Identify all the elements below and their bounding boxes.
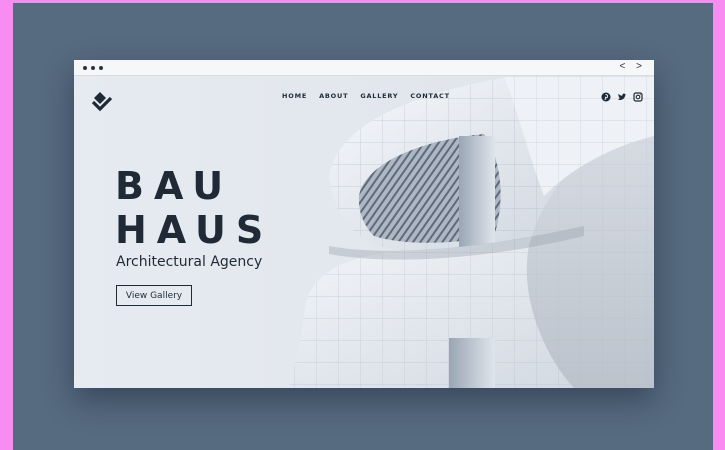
window-dot-icon[interactable] [99,66,103,70]
hero-title-line-1: BAU [115,164,234,208]
browser-nav-arrows[interactable]: < > [620,61,646,72]
window-dot-icon[interactable] [83,66,87,70]
main-menu: HOME ABOUT GALLERY CONTACT [282,92,450,100]
browser-toolbar: < > [74,60,654,76]
backdrop: < > HOME ABOUT GALLERY CONTACT BAU HAUS … [13,3,713,450]
twitter-icon[interactable] [617,89,627,100]
website-page: HOME ABOUT GALLERY CONTACT BAU HAUS Arch… [74,76,654,388]
menu-item-contact[interactable]: CONTACT [410,92,450,100]
instagram-icon[interactable] [633,89,643,102]
browser-window: < > HOME ABOUT GALLERY CONTACT BAU HAUS … [74,60,654,388]
hero-title-line-2: HAUS [115,208,274,252]
brand-logo-icon[interactable] [90,90,114,112]
view-gallery-button[interactable]: View Gallery [116,285,192,306]
hero-subtitle: Architectural Agency [116,254,263,270]
social-links [601,89,643,102]
window-dot-icon[interactable] [91,66,95,70]
menu-item-home[interactable]: HOME [282,92,307,100]
menu-item-gallery[interactable]: GALLERY [360,92,398,100]
menu-item-about[interactable]: ABOUT [319,92,348,100]
pinterest-icon[interactable] [601,89,611,102]
